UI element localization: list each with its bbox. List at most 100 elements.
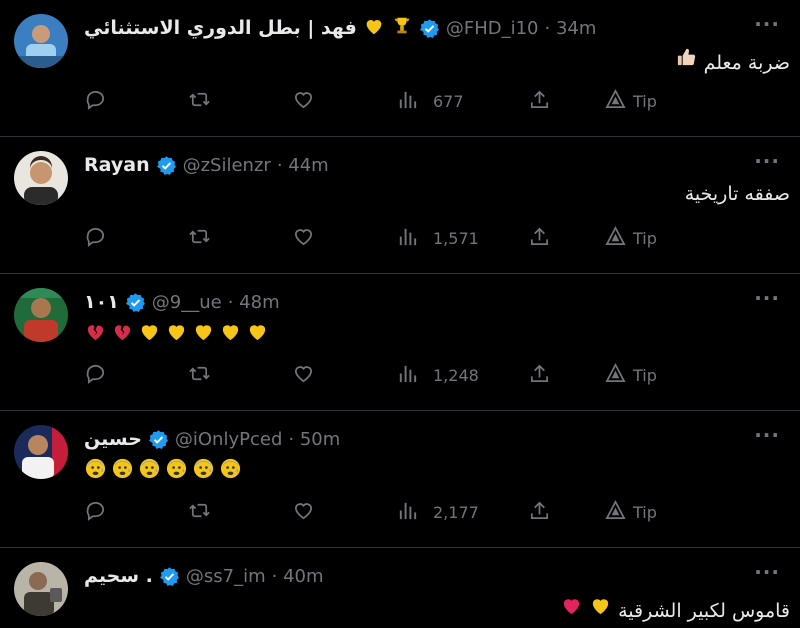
display-name[interactable]: ١٠١ — [84, 291, 119, 313]
reply-button[interactable] — [84, 360, 107, 390]
share-icon — [528, 362, 551, 389]
tip-icon — [604, 225, 627, 252]
more-options-button[interactable]: ··· — [754, 560, 780, 584]
tip-label: Tip — [633, 228, 657, 248]
avatar[interactable] — [14, 425, 68, 479]
verified-icon — [148, 429, 169, 450]
verified-icon — [159, 566, 180, 587]
tweet-text-content: قاموس لكبير الشرقية — [618, 600, 790, 622]
share-icon — [528, 88, 551, 115]
tip-button[interactable]: Tip — [604, 86, 657, 116]
tip-label: Tip — [633, 91, 657, 111]
view-count: 2,177 — [433, 502, 479, 522]
yellow-heart-emoji — [138, 320, 161, 343]
share-icon — [528, 225, 551, 252]
tweet-text — [84, 320, 269, 343]
views-button[interactable]: 1,571 — [396, 223, 479, 253]
handle[interactable]: @zSilenzr — [183, 155, 271, 176]
yellow-heart-emoji — [165, 320, 188, 343]
tweet-actions: 1,248 Tip — [84, 360, 684, 390]
avatar[interactable] — [14, 151, 68, 205]
anxious-face-emoji — [84, 457, 107, 480]
handle[interactable]: @9__ue — [152, 292, 222, 313]
anxious-face-emoji — [165, 457, 188, 480]
reply-icon — [84, 225, 107, 252]
more-options-button[interactable]: ··· — [754, 286, 780, 310]
like-button[interactable] — [292, 497, 315, 527]
view-count: 1,248 — [433, 365, 479, 385]
tweet[interactable]: سحيم . @ss7_im · 40m ··· قاموس لكبير الش… — [0, 548, 800, 628]
share-button[interactable] — [528, 86, 551, 116]
tweet-actions: 2,177 Tip — [84, 497, 684, 527]
timestamp[interactable]: · 44m — [277, 155, 329, 176]
share-button[interactable] — [528, 497, 551, 527]
avatar[interactable] — [14, 562, 68, 616]
tip-button[interactable]: Tip — [604, 497, 657, 527]
retweet-icon — [188, 499, 211, 526]
like-button[interactable] — [292, 86, 315, 116]
anxious-face-emoji — [219, 457, 242, 480]
more-options-button[interactable]: ··· — [754, 423, 780, 447]
handle[interactable]: @FHD_i10 — [446, 18, 539, 39]
handle[interactable]: @iOnlyPced — [175, 429, 282, 450]
tip-button[interactable]: Tip — [604, 360, 657, 390]
broken-heart-emoji — [84, 320, 107, 343]
retweet-button[interactable] — [188, 497, 211, 527]
like-button[interactable] — [292, 360, 315, 390]
timestamp[interactable]: · 34m — [545, 18, 597, 39]
yellow-heart-emoji — [589, 594, 612, 617]
reply-icon — [84, 88, 107, 115]
share-button[interactable] — [528, 223, 551, 253]
heart-emoji — [363, 15, 385, 42]
retweet-icon — [188, 362, 211, 389]
share-button[interactable] — [528, 360, 551, 390]
reply-button[interactable] — [84, 86, 107, 116]
trophy-emoji — [391, 15, 413, 42]
tweet-text: صفقه تاريخية — [685, 183, 790, 205]
tweet-text-content: ضربة معلم — [703, 52, 790, 74]
more-options-button[interactable]: ··· — [754, 12, 780, 36]
retweet-button[interactable] — [188, 86, 211, 116]
avatar[interactable] — [14, 288, 68, 342]
tweet[interactable]: Rayan @zSilenzr · 44m ··· صفقه تاريخية 1… — [0, 137, 800, 274]
display-name[interactable]: سحيم . — [84, 565, 153, 587]
like-button[interactable] — [292, 223, 315, 253]
views-button[interactable]: 2,177 — [396, 497, 479, 527]
reply-button[interactable] — [84, 223, 107, 253]
verified-icon — [156, 155, 177, 176]
red-heart-emoji — [560, 594, 583, 617]
display-name[interactable]: Rayan — [84, 154, 150, 176]
share-icon — [528, 499, 551, 526]
avatar[interactable] — [14, 14, 68, 68]
retweet-button[interactable] — [188, 360, 211, 390]
more-options-button[interactable]: ··· — [754, 149, 780, 173]
tweet-header: Rayan @zSilenzr · 44m — [84, 151, 329, 179]
emoji-row — [84, 320, 269, 343]
tweet[interactable]: حسين @iOnlyPced · 50m ··· 2,177 Tip — [0, 411, 800, 548]
handle[interactable]: @ss7_im — [186, 566, 266, 587]
timestamp[interactable]: · 48m — [228, 292, 280, 313]
view-count: 677 — [433, 91, 464, 111]
timestamp[interactable]: · 50m — [288, 429, 340, 450]
views-button[interactable]: 677 — [396, 86, 464, 116]
tweet-text: قاموس لكبير الشرقية — [560, 594, 790, 622]
tweet-header: ١٠١ @9__ue · 48m — [84, 288, 280, 316]
views-icon — [396, 88, 419, 115]
views-button[interactable]: 1,248 — [396, 360, 479, 390]
tip-button[interactable]: Tip — [604, 223, 657, 253]
tweet-actions: 677 Tip — [84, 86, 684, 116]
tweet-feed: فهد | بطل الدوري الاستثنائي @FHD_i10 · 3… — [0, 0, 800, 628]
anxious-face-emoji — [192, 457, 215, 480]
tweet[interactable]: ١٠١ @9__ue · 48m ··· 1,248 Tip — [0, 274, 800, 411]
tip-label: Tip — [633, 502, 657, 522]
views-icon — [396, 499, 419, 526]
reply-button[interactable] — [84, 497, 107, 527]
retweet-button[interactable] — [188, 223, 211, 253]
heart-icon — [292, 88, 315, 115]
timestamp[interactable]: · 40m — [272, 566, 324, 587]
display-name[interactable]: حسين — [84, 428, 142, 450]
display-name[interactable]: فهد | بطل الدوري الاستثنائي — [84, 17, 357, 39]
tip-icon — [604, 362, 627, 389]
tweet[interactable]: فهد | بطل الدوري الاستثنائي @FHD_i10 · 3… — [0, 0, 800, 137]
heart-icon — [292, 225, 315, 252]
